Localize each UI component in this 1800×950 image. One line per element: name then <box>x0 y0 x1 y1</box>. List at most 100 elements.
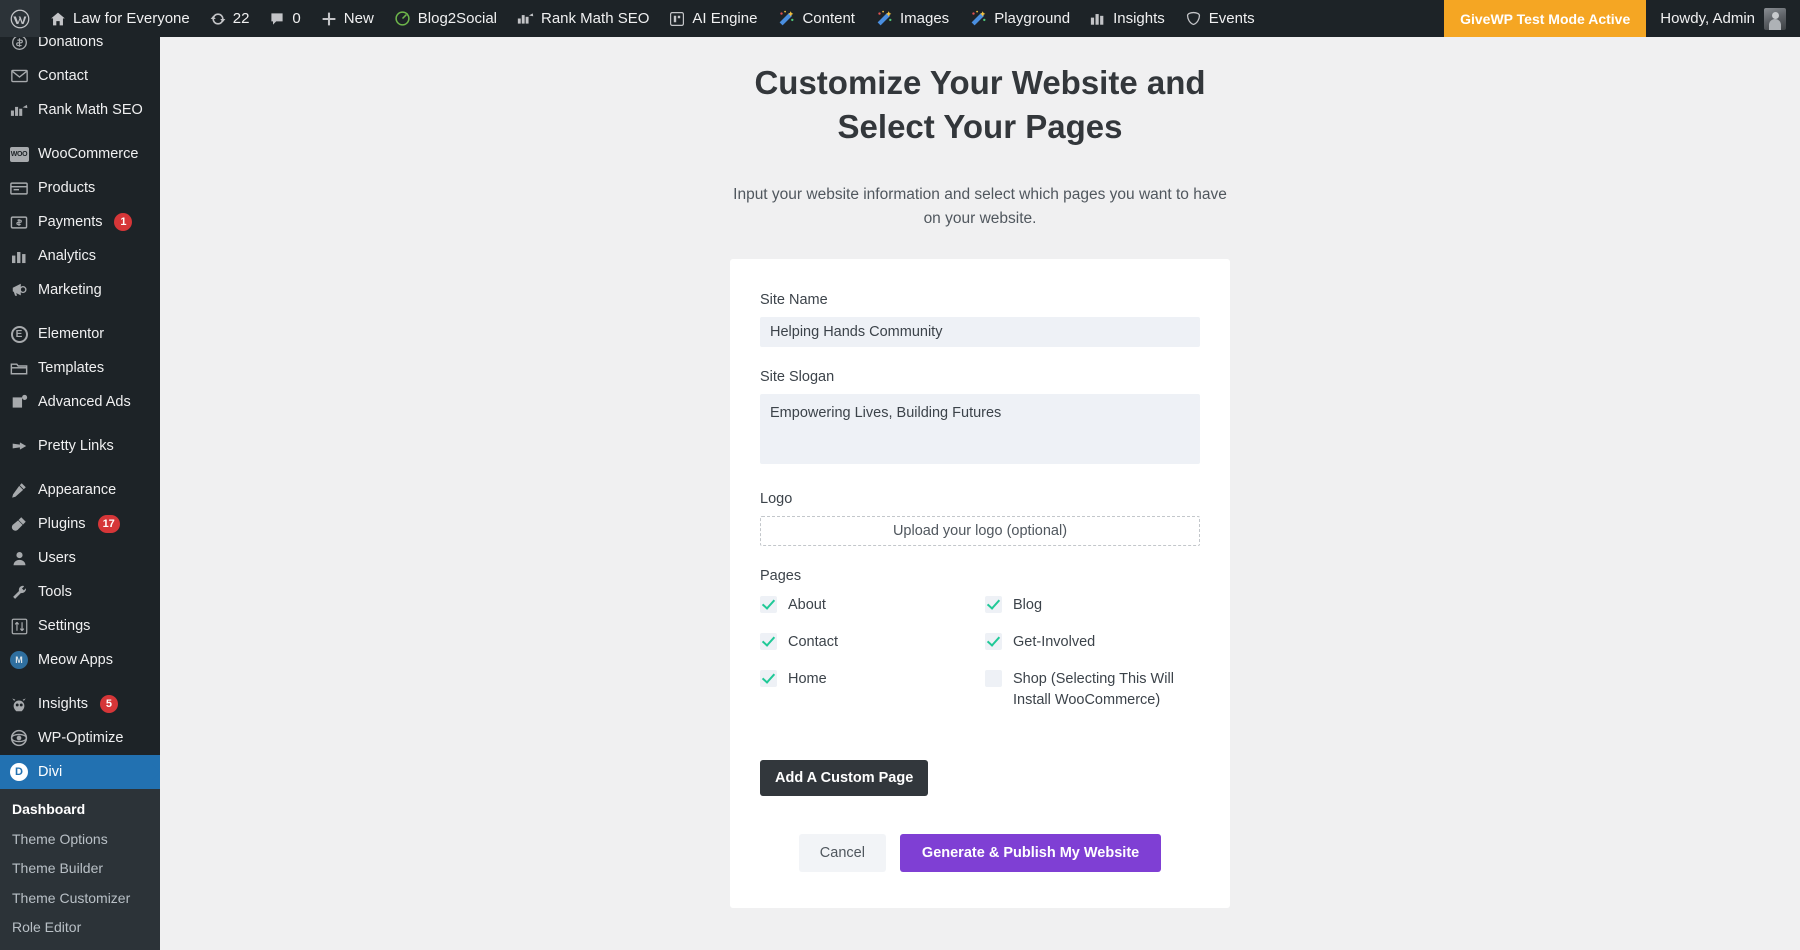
templates-folder-icon <box>9 358 29 378</box>
sidebar-item-users[interactable]: Users <box>0 541 160 575</box>
page-checkbox-contact[interactable]: Contact <box>760 632 975 653</box>
avatar <box>1764 8 1786 30</box>
sidebar-subitem-theme-options[interactable]: Theme Options <box>0 825 160 855</box>
page-checkbox-blog[interactable]: Blog <box>985 595 1200 616</box>
page-checkbox-shop[interactable]: Shop (Selecting This Will Install WooCom… <box>985 669 1200 711</box>
sidebar-item-advanced-ads[interactable]: Advanced Ads <box>0 385 160 419</box>
checkbox-checked-icon[interactable] <box>985 596 1002 613</box>
givewp-test-mode-notice[interactable]: GiveWP Test Mode Active <box>1444 0 1646 37</box>
page-title: Customize Your Website and Select Your P… <box>720 61 1240 149</box>
appearance-brush-icon <box>9 480 29 500</box>
adminbar-rank-math[interactable]: Rank Math SEO <box>507 0 659 37</box>
sidebar-item-templates[interactable]: Templates <box>0 351 160 385</box>
sidebar-item-pretty-links[interactable]: Pretty Links <box>0 429 160 463</box>
page-subtitle: Input your website information and selec… <box>730 183 1230 231</box>
rank-math-icon <box>517 11 534 26</box>
checkbox-checked-icon[interactable] <box>760 596 777 613</box>
marketing-icon <box>9 280 29 300</box>
site-slogan-textarea[interactable] <box>760 394 1200 464</box>
adminbar-blog2social[interactable]: Blog2Social <box>384 0 507 37</box>
sidebar-item-plugins[interactable]: Plugins 17 <box>0 507 160 541</box>
home-icon <box>50 11 66 27</box>
site-name-field-group: Site Name <box>760 292 1200 347</box>
sidebar-item-rank-math-seo[interactable]: Rank Math SEO <box>0 93 160 127</box>
sidebar-subitem-divi-library[interactable]: Divi Library <box>0 943 160 950</box>
checkbox-unchecked-icon[interactable] <box>985 670 1002 687</box>
generate-publish-button[interactable]: Generate & Publish My Website <box>900 834 1161 872</box>
users-icon <box>9 548 29 568</box>
adminbar-insights[interactable]: Insights <box>1080 0 1175 37</box>
adminbar-site-name[interactable]: Law for Everyone <box>40 0 200 37</box>
site-slogan-field-group: Site Slogan <box>760 369 1200 469</box>
add-custom-page-button[interactable]: Add A Custom Page <box>760 760 928 796</box>
sidebar-item-payments[interactable]: Payments 1 <box>0 205 160 239</box>
adminbar-content-label: Content <box>802 11 855 26</box>
sidebar-item-divi[interactable]: D Divi <box>0 755 160 789</box>
checkbox-checked-icon[interactable] <box>985 633 1002 650</box>
sidebar-item-analytics[interactable]: Analytics <box>0 239 160 273</box>
sidebar-item-donations[interactable]: Donations <box>0 37 160 59</box>
sidebar-badge-payments: 1 <box>114 213 132 231</box>
sidebar-item-wp-optimize[interactable]: WP-Optimize <box>0 721 160 755</box>
magic-wand-icon <box>777 10 795 28</box>
cancel-button[interactable]: Cancel <box>799 834 886 872</box>
main-content: Customize Your Website and Select Your P… <box>160 37 1800 950</box>
adminbar-account-menu[interactable]: Howdy, Admin <box>1646 0 1800 37</box>
website-setup-card: Site Name Site Slogan Logo Upload your l… <box>730 259 1230 908</box>
adminbar-comments[interactable]: 0 <box>259 0 310 37</box>
adminbar-ai-engine[interactable]: AI Engine <box>659 0 767 37</box>
sidebar-item-settings[interactable]: Settings <box>0 609 160 643</box>
logo-upload-dropzone[interactable]: Upload your logo (optional) <box>760 516 1200 546</box>
pages-field-group: Pages About Blog Contact Get-Involved <box>760 568 1200 711</box>
pages-checkbox-grid: About Blog Contact Get-Involved Home <box>760 595 1200 711</box>
sidebar-subitem-role-editor[interactable]: Role Editor <box>0 913 160 943</box>
events-icon <box>1185 10 1202 27</box>
insights-icon <box>9 694 29 714</box>
checkbox-checked-icon[interactable] <box>760 670 777 687</box>
sidebar-subitem-theme-customizer[interactable]: Theme Customizer <box>0 884 160 914</box>
adminbar-updates-count: 22 <box>233 11 250 26</box>
sidebar-item-tools[interactable]: Tools <box>0 575 160 609</box>
meow-apps-icon: M <box>9 650 29 670</box>
page-checkbox-home[interactable]: Home <box>760 669 975 711</box>
adminbar-wordpress-logo[interactable] <box>0 0 40 37</box>
sidebar-item-meow-apps[interactable]: M Meow Apps <box>0 643 160 677</box>
sidebar-label: Templates <box>38 361 104 376</box>
settings-sliders-icon <box>9 616 29 636</box>
sidebar-subitem-dashboard[interactable]: Dashboard <box>0 795 160 825</box>
sidebar-label: Settings <box>38 619 90 634</box>
sidebar-subitem-theme-builder[interactable]: Theme Builder <box>0 854 160 884</box>
blog2social-icon <box>394 10 411 27</box>
adminbar-content[interactable]: Content <box>767 0 865 37</box>
donations-icon <box>9 37 29 52</box>
pretty-links-icon <box>9 436 29 456</box>
adminbar-new-content[interactable]: New <box>311 0 384 37</box>
adminbar-images[interactable]: Images <box>865 0 959 37</box>
page-checkbox-about[interactable]: About <box>760 595 975 616</box>
sidebar-label: Tools <box>38 585 72 600</box>
sidebar-item-insights[interactable]: Insights 5 <box>0 687 160 721</box>
sidebar-item-marketing[interactable]: Marketing <box>0 273 160 307</box>
checkbox-checked-icon[interactable] <box>760 633 777 650</box>
page-checkbox-get-involved[interactable]: Get-Involved <box>985 632 1200 653</box>
sidebar-item-contact[interactable]: Contact <box>0 59 160 93</box>
analytics-icon <box>9 246 29 266</box>
sidebar-label: Marketing <box>38 283 102 298</box>
logo-field-group: Logo Upload your logo (optional) <box>760 491 1200 546</box>
sidebar-label: WooCommerce <box>38 147 138 162</box>
howdy-label: Howdy, Admin <box>1660 10 1755 27</box>
bar-chart-icon <box>1090 11 1106 26</box>
adminbar-playground[interactable]: Playground <box>959 0 1080 37</box>
sidebar-label: Payments <box>38 215 102 230</box>
adminbar-events[interactable]: Events <box>1175 0 1265 37</box>
adminbar-updates[interactable]: 22 <box>200 0 260 37</box>
sidebar-item-appearance[interactable]: Appearance <box>0 473 160 507</box>
sidebar-item-products[interactable]: Products <box>0 171 160 205</box>
sidebar-item-woocommerce[interactable]: WOO WooCommerce <box>0 137 160 171</box>
sidebar-label: Products <box>38 181 95 196</box>
products-icon <box>9 178 29 198</box>
admin-sidebar[interactable]: Donations Contact Rank Math SEO WOO WooC… <box>0 37 160 950</box>
adminbar-new-label: New <box>344 11 374 26</box>
sidebar-item-elementor[interactable]: E Elementor <box>0 317 160 351</box>
site-name-input[interactable] <box>760 317 1200 347</box>
